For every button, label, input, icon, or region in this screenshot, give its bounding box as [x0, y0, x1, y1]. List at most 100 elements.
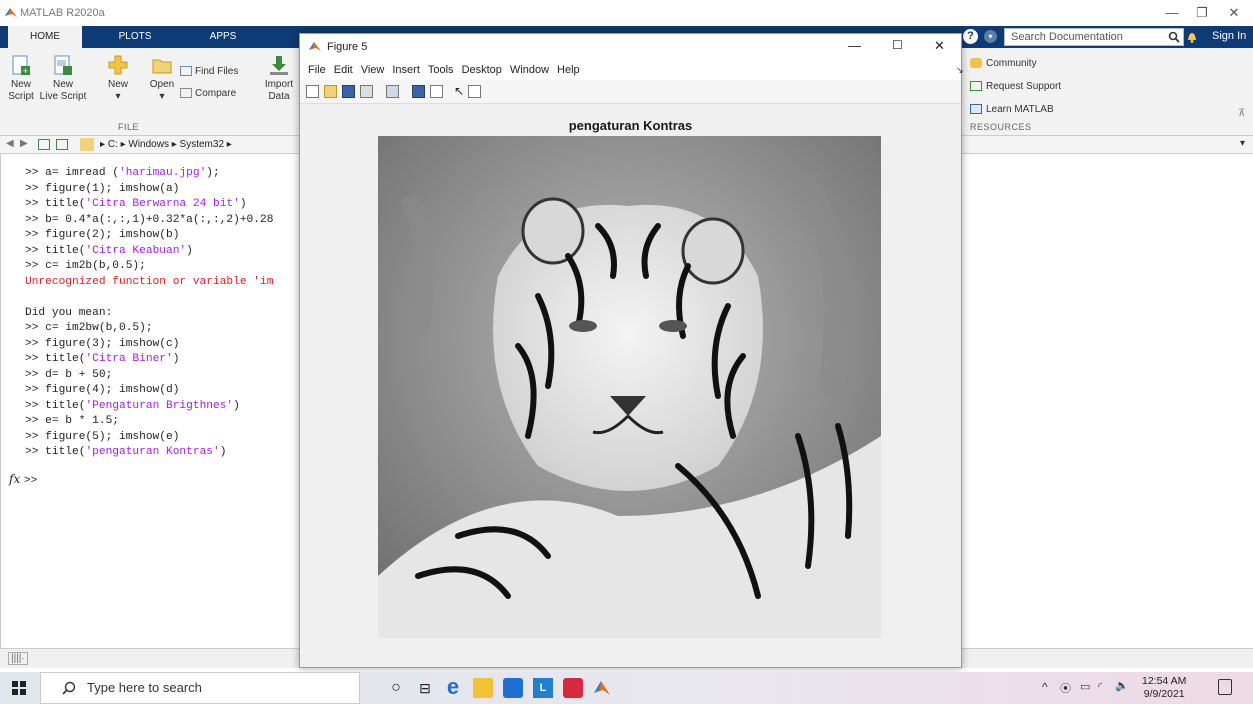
string-literal: 'pengaturan Kontras' [85, 446, 220, 458]
forward-icon[interactable]: ▶ [20, 138, 28, 149]
sign-in-link[interactable]: Sign In [1212, 30, 1246, 42]
mcafee-icon[interactable] [563, 678, 583, 698]
up-folder-icon[interactable] [38, 139, 50, 150]
axes-title: pengaturan Kontras [568, 118, 693, 133]
task-view-icon[interactable]: ⊟ [415, 678, 435, 698]
collapse-ribbon-icon[interactable]: ⊼ [1238, 108, 1245, 119]
open-dropdown-icon: ▾ [159, 91, 165, 102]
new-script-label-2: Script [8, 91, 34, 102]
print-icon[interactable] [360, 85, 373, 98]
figure-minimize-button[interactable]: — [848, 38, 861, 53]
mail-icon[interactable] [503, 678, 523, 698]
bell-icon[interactable] [1186, 30, 1198, 44]
request-support-link[interactable]: Request Support [970, 81, 1061, 93]
find-files-button[interactable]: Find Files [180, 66, 238, 78]
clock[interactable]: 12:54 AM 9/9/2021 [1142, 675, 1186, 701]
windows-start-icon[interactable] [12, 681, 26, 695]
menu-tools[interactable]: Tools [428, 60, 454, 80]
window-title: MATLAB R2020a [20, 7, 105, 19]
menu-expand-icon[interactable]: ↘ [956, 60, 964, 80]
tab-home[interactable]: HOME [8, 26, 82, 50]
menu-insert[interactable]: Insert [392, 60, 420, 80]
code-text: >> title( [25, 353, 86, 365]
menu-window[interactable]: Window [510, 60, 549, 80]
learn-matlab-link[interactable]: Learn MATLAB [970, 104, 1054, 116]
edge-icon[interactable]: e [443, 676, 463, 698]
code-text: >> figure(5); imshow(e) [25, 430, 180, 443]
minimize-button[interactable]: — [1158, 3, 1186, 23]
tab-plots[interactable]: PLOTS [110, 26, 160, 48]
compare-label: Compare [195, 88, 237, 99]
open-file-icon[interactable] [324, 85, 337, 98]
import-data-button[interactable]: Import Data [262, 54, 296, 103]
browse-folder-icon[interactable] [56, 139, 68, 150]
code-text: >> c= im2b(b,0.5); [25, 260, 146, 272]
clock-time: 12:54 AM [1142, 675, 1187, 687]
network-icon[interactable]: ◜ [1098, 680, 1102, 693]
file-explorer-icon[interactable] [473, 678, 493, 698]
command-line [25, 290, 273, 306]
menu-edit[interactable]: Edit [334, 60, 353, 80]
command-line: >> figure(5); imshow(e) [25, 430, 273, 446]
new-script-button[interactable]: + New Script [6, 54, 36, 103]
menu-view[interactable]: View [361, 60, 385, 80]
taskbar-search-input[interactable]: Type here to search [40, 672, 360, 704]
code-text: ) [239, 198, 247, 210]
back-icon[interactable]: ◀ [6, 138, 14, 149]
l-app-icon[interactable]: L [533, 678, 553, 698]
battery-icon[interactable]: ▭ [1080, 680, 1090, 693]
command-prompt[interactable]: >> [24, 475, 37, 487]
meet-now-icon[interactable]: ⦿ [1060, 680, 1071, 696]
open-button[interactable]: Open ▾ [148, 54, 176, 103]
chevron-up-icon[interactable]: ^ [1042, 680, 1048, 694]
new-figure-icon[interactable] [306, 85, 319, 98]
path-system32[interactable]: System32 [180, 139, 224, 150]
close-button[interactable]: ✕ [1220, 3, 1248, 23]
svg-text:+: + [23, 66, 28, 76]
matlab-taskbar-icon[interactable] [592, 678, 612, 698]
code-text: >> b= 0.4*a(:,:,1)+0.32*a(:,:,2)+0.28 [25, 213, 274, 226]
breadcrumb[interactable]: ▸ C: ▸ Windows ▸ System32 ▸ [100, 139, 232, 150]
tab-apps[interactable]: APPS [198, 26, 248, 48]
command-line: >> c= im2b(b,0.5); [25, 259, 273, 275]
figure-maximize-button[interactable]: ☐ [892, 38, 903, 52]
maximize-button[interactable]: ❐ [1188, 3, 1216, 23]
new-button[interactable]: New ▾ [106, 54, 130, 103]
figure-menu-bar: File Edit View Insert Tools Desktop Window Help… [300, 60, 964, 80]
figure-window[interactable]: Figure 5 — ☐ ✕ File Edit View Insert Tools De… [299, 33, 964, 668]
string-literal: 'Citra Berwarna 24 bit' [85, 198, 240, 210]
figure-close-button[interactable]: ✕ [934, 38, 945, 54]
path-c[interactable]: C: [108, 139, 118, 150]
figure-toolbar: ↖ [300, 80, 961, 104]
notifications-icon[interactable] [1218, 679, 1232, 695]
search-documentation-input[interactable]: Search Documentation [1004, 28, 1184, 46]
colorbar-icon[interactable] [412, 85, 425, 98]
menu-help[interactable]: Help [557, 60, 580, 80]
menu-desktop[interactable]: Desktop [462, 60, 502, 80]
figure-title-bar: Figure 5 — ☐ ✕ [300, 34, 961, 60]
compare-icon [180, 88, 192, 99]
property-inspector-icon[interactable] [468, 85, 481, 98]
help-icon[interactable]: ? [963, 29, 978, 44]
save-icon[interactable] [342, 85, 355, 98]
menu-file[interactable]: File [308, 60, 326, 80]
link-plot-icon[interactable] [386, 85, 399, 98]
cortana-icon[interactable]: ○ [386, 678, 406, 698]
volume-icon[interactable]: 🔈 [1115, 679, 1129, 692]
code-text: >> figure(4); imshow(d) [25, 384, 180, 396]
legend-icon[interactable] [430, 85, 443, 98]
fx-icon[interactable]: fx >> [9, 472, 37, 487]
compare-button[interactable]: Compare [180, 88, 236, 100]
address-dropdown-icon[interactable]: ▾ [1240, 138, 1245, 149]
path-windows[interactable]: Windows [128, 139, 169, 150]
pointer-icon[interactable]: ↖ [454, 84, 464, 98]
community-link[interactable]: Community [970, 58, 1037, 70]
search-icon[interactable] [1168, 31, 1180, 43]
group-file-label: FILE [118, 122, 140, 132]
import-icon [270, 56, 288, 75]
new-live-script-button[interactable]: New Live Script [38, 54, 88, 103]
request-support-icon [970, 81, 982, 92]
new-live-label-1: New [52, 79, 73, 90]
clock-date: 9/9/2021 [1143, 688, 1185, 700]
dropdown-icon[interactable]: ▾ [984, 30, 997, 43]
